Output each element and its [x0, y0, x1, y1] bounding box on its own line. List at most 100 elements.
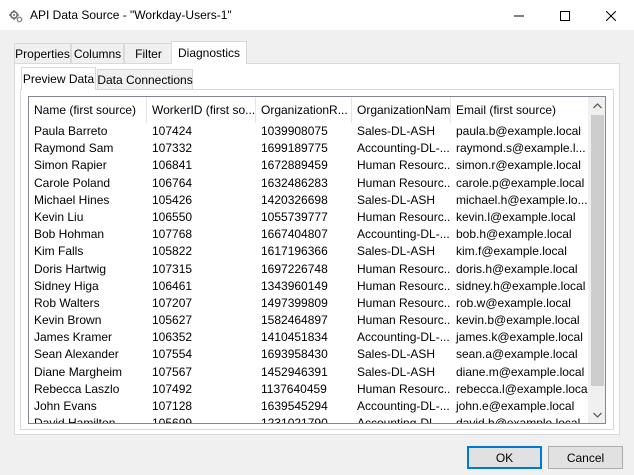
table-cell: Sidney Higa	[34, 278, 99, 293]
tab-filter[interactable]: Filter	[124, 43, 173, 63]
table-cell: Human Resourc...	[357, 313, 451, 328]
table-cell: sean.a@example.local	[456, 347, 578, 362]
table-cell: 1420326698	[261, 192, 328, 207]
table-cell: Paula Barreto	[34, 124, 108, 138]
table-cell: Kim Falls	[34, 244, 84, 259]
table-cell: 1672889459	[261, 158, 328, 173]
table-cell: bob.h@example.local	[456, 227, 572, 242]
table-cell: 106764	[152, 175, 193, 190]
table-cell: michael.h@example.lo...	[456, 192, 588, 207]
cancel-button[interactable]: Cancel	[548, 446, 623, 469]
table-cell: Sales-DL-ASH	[357, 347, 436, 362]
table-row[interactable]: Rebecca Laszlo 107492 1137640459 Human Reso…	[29, 381, 589, 398]
table-cell: Sales-DL-ASH	[357, 124, 436, 138]
table-row[interactable]: Diane Margheim 107567 1452946391 Sales-DL-A…	[29, 364, 589, 381]
table-cell: james.k@example.local	[456, 330, 583, 345]
table-cell: 107492	[152, 381, 193, 396]
scroll-up-button[interactable]	[589, 97, 605, 114]
close-button[interactable]	[588, 0, 634, 31]
table-cell: 105699	[147, 415, 256, 423]
table-cell: Carole Poland	[34, 175, 111, 190]
table-cell: James Kramer	[34, 330, 113, 345]
maximize-button[interactable]	[542, 0, 588, 31]
table-row[interactable]: Paula Barreto 107424 1039908075 Sales-DL-AS…	[29, 123, 589, 140]
table-row[interactable]: Kim Falls 105822 1617196366 Sales-DL-ASH kim…	[29, 243, 589, 260]
table-row[interactable]: Kevin Brown 105627 1582464897 Human Resourc…	[29, 312, 589, 329]
window-title: API Data Source - "Workday-Users-1"	[30, 8, 232, 22]
table-row[interactable]: Simon Rapier 106841 1672889459 Human Resour…	[29, 157, 589, 174]
column-header[interactable]: OrganizationR...	[256, 97, 352, 123]
table-cell: Sales-DL-ASH	[357, 364, 436, 379]
table-cell: 106461	[152, 278, 193, 293]
table-cell: Human Resourc...	[357, 175, 451, 190]
minimize-button[interactable]	[496, 0, 542, 31]
ok-button[interactable]: OK	[467, 446, 542, 469]
table-cell: Simon Rapier	[34, 158, 107, 173]
scroll-thumb[interactable]	[591, 115, 604, 386]
table-row[interactable]: John Evans 107128 1639545294 Accounting-DL-…	[29, 398, 589, 415]
column-header[interactable]: OrganizationName	[352, 97, 451, 123]
column-header[interactable]: Email (first source)	[451, 97, 589, 123]
table-row[interactable]: Doris Hartwig 107315 1697226748 Human Resou…	[29, 261, 589, 278]
preview-grid[interactable]: Name (first source) WorkerID (first so..…	[28, 96, 606, 424]
table-cell: 1697226748	[261, 261, 328, 276]
table-cell: carole.p@example.local	[456, 175, 585, 190]
table-cell: Raymond Sam	[34, 141, 114, 156]
table-row[interactable]: Kevin Liu 106550 1055739777 Human Resourc..…	[29, 209, 589, 226]
tab-diagnostics[interactable]: Diagnostics	[171, 41, 247, 64]
table-cell: 106841	[152, 158, 193, 173]
table-cell: Accounting-DL-...	[357, 330, 450, 345]
tab-data-connections[interactable]: Data Connections	[97, 69, 193, 89]
table-row[interactable]: Sean Alexander 107554 1693958430 Sales-DL-A…	[29, 346, 589, 363]
table-cell: Doris Hartwig	[34, 261, 107, 276]
table-cell: rob.w@example.local	[456, 295, 571, 310]
table-cell: 1137640459	[261, 381, 327, 396]
table-cell: 1231021790	[256, 415, 352, 423]
table-cell: john.e@example.local	[456, 399, 575, 413]
table-cell: 106550	[152, 209, 193, 224]
table-cell: 1582464897	[261, 313, 328, 328]
table-row[interactable]: Raymond Sam 107332 1699189775 Accounting-DL…	[29, 140, 589, 157]
tab-columns[interactable]: Columns	[71, 43, 124, 63]
table-cell: 105822	[152, 244, 193, 259]
scroll-down-button[interactable]	[589, 406, 605, 423]
table-cell: 1699189775	[261, 141, 328, 156]
table-cell: 1452946391	[261, 364, 328, 379]
tab-preview-data[interactable]: Preview Data	[21, 67, 96, 90]
table-cell: Kevin Brown	[34, 313, 102, 328]
table-cell: kim.f@example.local	[456, 244, 567, 259]
minimize-icon	[514, 15, 524, 16]
column-header[interactable]: WorkerID (first so...	[147, 97, 256, 123]
grid-body: Paula Barreto 107424 1039908075 Sales-DL-AS…	[29, 123, 589, 423]
table-cell: Human Resourc...	[357, 278, 451, 293]
tab-properties[interactable]: Properties	[14, 43, 71, 63]
diagnostics-panel: Preview Data Data Connections Name (firs…	[14, 63, 620, 435]
table-cell: Accounting-DL-...	[352, 415, 451, 423]
table-cell: kevin.b@example.local	[456, 313, 580, 328]
table-row[interactable]: Rob Walters 107207 1497399809 Human Resourc…	[29, 295, 589, 312]
table-cell: rebecca.l@example.local	[456, 381, 589, 396]
table-row[interactable]: Bob Hohman 107768 1667404807 Accounting-DL-…	[29, 226, 589, 243]
table-cell: 1039908075	[261, 124, 328, 138]
table-cell: 106352	[152, 330, 193, 345]
column-header[interactable]: Name (first source)	[29, 97, 147, 123]
table-cell: 107768	[152, 227, 193, 242]
table-cell: Human Resourc...	[357, 381, 451, 396]
gears-icon	[8, 8, 24, 24]
table-cell: 1617196366	[261, 244, 328, 259]
table-cell: sidney.h@example.local	[456, 278, 586, 293]
table-row[interactable]: James Kramer 106352 1410451834 Accounting-D…	[29, 329, 589, 346]
table-cell: 1639545294	[261, 399, 328, 413]
table-cell: 107315	[152, 261, 193, 276]
table-cell: raymond.s@example.l...	[456, 141, 586, 156]
vertical-scrollbar[interactable]	[588, 97, 605, 423]
table-row[interactable]: Carole Poland 106764 1632486283 Human Resou…	[29, 175, 589, 192]
table-cell: Accounting-DL-...	[357, 227, 450, 242]
table-row[interactable]: Michael Hines 105426 1420326698 Sales-DL-AS…	[29, 192, 589, 209]
table-cell: 107332	[152, 141, 193, 156]
table-row[interactable]: David Hamilton1056991231021790Accounting…	[29, 415, 589, 423]
table-cell: Accounting-DL-...	[357, 141, 450, 156]
table-cell: 1497399809	[261, 295, 328, 310]
table-row[interactable]: Sidney Higa 106461 1343960149 Human Resourc…	[29, 278, 589, 295]
chevron-down-icon	[593, 412, 602, 418]
